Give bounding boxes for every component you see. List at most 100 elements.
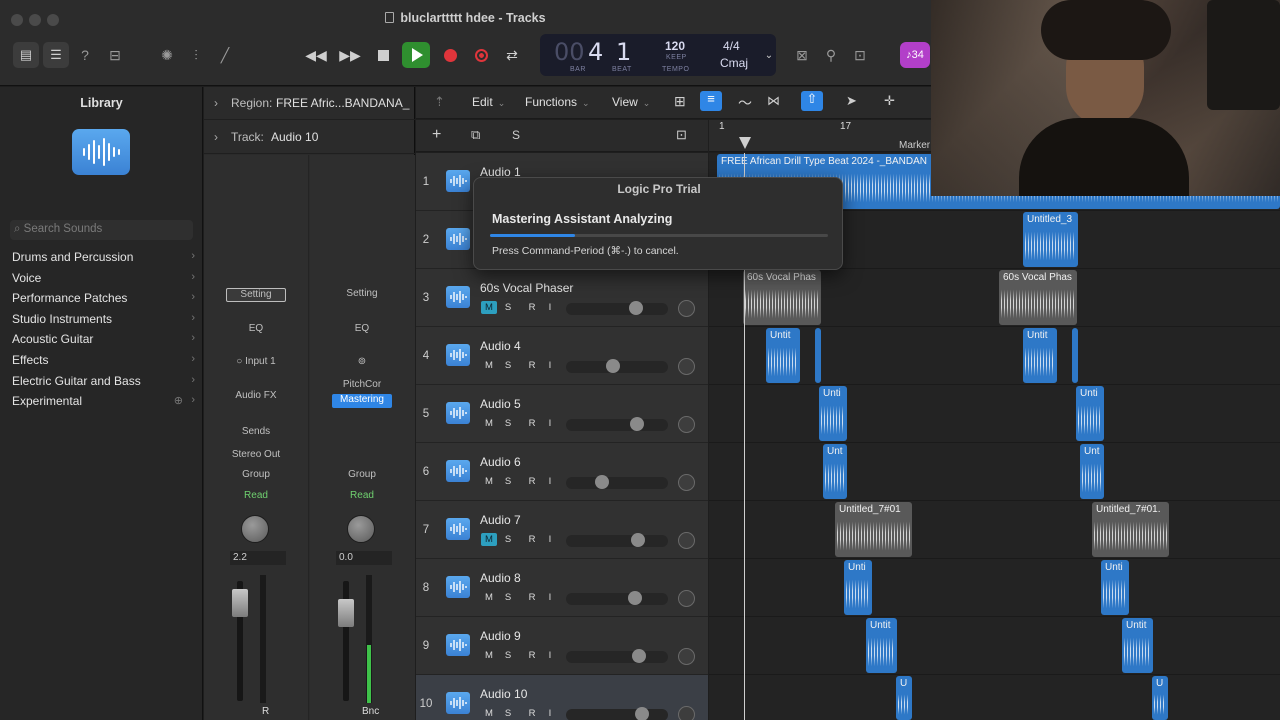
stop-button[interactable] (369, 44, 397, 66)
mute-button[interactable]: M (481, 707, 497, 720)
library-search-input[interactable]: ⌕ Search Sounds (10, 220, 193, 240)
plugin-slot-2[interactable]: Mastering (332, 394, 392, 408)
track-volume-slider[interactable] (566, 651, 668, 663)
input-monitor-button[interactable]: I (542, 649, 558, 662)
record-enable-button[interactable]: R (524, 649, 540, 662)
track-name[interactable]: Audio 10 (480, 687, 527, 701)
library-item-voice[interactable]: Voice › (12, 271, 197, 289)
catch-icon[interactable]: ⇧ (801, 91, 823, 111)
lcd-menu-button[interactable]: ⌄ (757, 44, 781, 66)
record-button[interactable] (436, 44, 464, 66)
link-icon[interactable]: ⊚ (332, 356, 392, 370)
library-item-studio-instruments[interactable]: Studio Instruments › (12, 312, 197, 330)
track-volume-thumb[interactable] (606, 359, 620, 373)
notes-button[interactable]: ⊡ (848, 44, 872, 66)
record-enable-button[interactable]: R (524, 707, 540, 720)
library-toggle-button[interactable]: ▤ (13, 42, 39, 68)
region-untitled-3[interactable]: Untitled_3 (1023, 212, 1078, 267)
track-name[interactable]: Audio 4 (480, 339, 521, 353)
library-item-experimental[interactable]: Experimental ⊕ › (12, 394, 197, 412)
group-slot[interactable]: Group (332, 469, 392, 483)
editors-button[interactable]: ╱ (213, 44, 237, 66)
solo-button[interactable]: S (500, 475, 516, 488)
sends-slot[interactable]: Sends (226, 426, 286, 440)
lcd-display[interactable]: 00 4 1 BAR BEAT 120 KEEP TEMPO 4/4 Cmaj (540, 34, 776, 76)
track-lane[interactable] (709, 617, 1280, 675)
smart-controls-button[interactable]: ✺ (155, 44, 179, 66)
input-monitor-button[interactable]: I (542, 591, 558, 604)
solo-button[interactable]: S (500, 707, 516, 720)
add-track-icon[interactable]: + (432, 126, 441, 144)
track-lane[interactable] (709, 501, 1280, 559)
list-editors-button[interactable]: ⊠ (790, 44, 814, 66)
input-slot[interactable]: ○ Input 1 (226, 356, 286, 370)
library-item-effects[interactable]: Effects › (12, 353, 197, 371)
track-pan-knob[interactable] (678, 706, 695, 720)
record-enable-button[interactable]: R (524, 591, 540, 604)
track-volume-thumb[interactable] (631, 533, 645, 547)
region-audio-8-a[interactable]: Unti (844, 560, 872, 615)
track-pan-knob[interactable] (678, 648, 695, 665)
input-monitor-button[interactable]: I (542, 359, 558, 372)
count-in-badge[interactable]: ♪34 (900, 42, 930, 68)
track-volume-thumb[interactable] (635, 707, 649, 720)
mute-button[interactable]: M (481, 475, 497, 488)
mute-button[interactable]: M (481, 649, 497, 662)
track-header[interactable]: 3 60s Vocal Phaser M S R I (416, 269, 708, 327)
record-enable-button[interactable]: R (524, 301, 540, 314)
region-audio-8-b[interactable]: Unti (1101, 560, 1129, 615)
timeline-ruler[interactable]: 1 17 Marker (709, 120, 931, 152)
region-vocal-phaser-a[interactable]: 60s Vocal Phas (743, 270, 821, 325)
region-audio-7-a[interactable]: Untitled_7#01 (835, 502, 912, 557)
plugin-slot-1[interactable]: PitchCor (332, 379, 392, 393)
track-inspector-header[interactable]: › Track: Audio 10 (204, 121, 415, 154)
region-audio-4-a-tail[interactable] (815, 328, 821, 383)
track-volume-slider[interactable] (566, 709, 668, 720)
flex-icon[interactable]: ⋈ (767, 93, 780, 109)
output-slot[interactable]: Stereo Out (226, 449, 286, 463)
library-item-drums[interactable]: Drums and Percussion › (12, 250, 197, 268)
region-audio-5-b[interactable]: Unti (1076, 386, 1104, 441)
track-lane[interactable] (709, 443, 1280, 501)
region-audio-6-a[interactable]: Unt (823, 444, 847, 499)
mute-button[interactable]: M (481, 591, 497, 604)
library-item-performance-patches[interactable]: Performance Patches › (12, 291, 197, 309)
automation-mode[interactable]: Read (226, 490, 286, 504)
audio-fx-slot[interactable]: Audio FX (226, 390, 286, 404)
solo-button[interactable]: S (500, 417, 516, 430)
track-header[interactable]: 4 Audio 4 MSRI (416, 327, 708, 385)
audio-waveform-icon[interactable] (72, 129, 130, 175)
track-volume-thumb[interactable] (629, 301, 643, 315)
toolbar-toggle-button[interactable]: ⊟ (103, 44, 127, 66)
track-volume-thumb[interactable] (632, 649, 646, 663)
track-pan-knob[interactable] (678, 590, 695, 607)
mixer-button[interactable]: ⫶ (184, 44, 208, 66)
record-enable-button[interactable]: R (524, 533, 540, 546)
input-monitor-button[interactable]: I (542, 417, 558, 430)
eq-button[interactable]: EQ (226, 323, 286, 337)
track-pan-knob[interactable] (678, 358, 695, 375)
solo-button[interactable]: S (500, 649, 516, 662)
grid-view-icon[interactable]: ⊞ (674, 93, 686, 110)
track-header[interactable]: 8 Audio 8 MSRI (416, 559, 708, 617)
region-audio-6-b[interactable]: Unt (1080, 444, 1104, 499)
solo-button[interactable]: S (500, 359, 516, 372)
region-audio-7-b[interactable]: Untitled_7#01. (1092, 502, 1169, 557)
track-header[interactable]: 10 Audio 10 M S R I (416, 675, 708, 720)
setting-button[interactable]: Setting (332, 288, 392, 302)
library-item-electric-guitar[interactable]: Electric Guitar and Bass › (12, 374, 197, 392)
volume-fader[interactable] (232, 589, 248, 617)
track-pan-knob[interactable] (678, 474, 695, 491)
record-enable-button[interactable]: R (524, 359, 540, 372)
global-tracks-icon[interactable]: ⊡ (676, 127, 687, 143)
track-name[interactable]: Audio 9 (480, 629, 521, 643)
region-audio-4-a[interactable]: Untit (766, 328, 800, 383)
playhead-handle-icon[interactable] (739, 137, 751, 149)
track-header[interactable]: 9 Audio 9 MSRI (416, 617, 708, 675)
view-menu[interactable]: View ⌄ (612, 95, 650, 109)
tuner-button[interactable]: ⚲ (819, 44, 843, 66)
quick-help-button[interactable]: ? (73, 44, 97, 66)
mute-button[interactable]: M (481, 301, 497, 314)
track-volume-slider[interactable] (566, 535, 668, 547)
input-monitor-button[interactable]: I (542, 707, 558, 720)
